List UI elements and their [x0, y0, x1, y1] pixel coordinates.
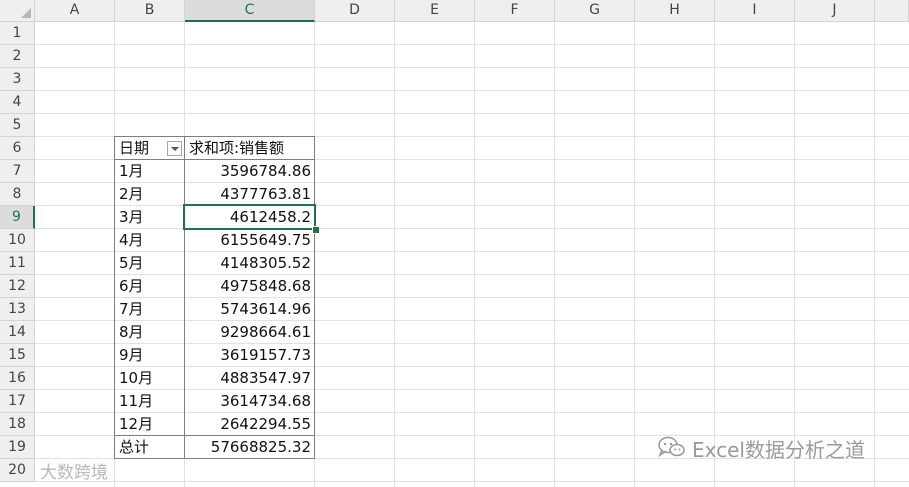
- row-header-14[interactable]: 14: [0, 321, 35, 344]
- row-header-15[interactable]: 15: [0, 344, 35, 367]
- row-header-16[interactable]: 16: [0, 367, 35, 390]
- gridline-horizontal: [35, 90, 909, 91]
- row-header-12[interactable]: 12: [0, 275, 35, 298]
- row-header-6[interactable]: 6: [0, 137, 35, 160]
- gridline-vertical: [634, 22, 635, 487]
- row-header-1[interactable]: 1: [0, 22, 35, 45]
- row-header-13[interactable]: 13: [0, 298, 35, 321]
- row-header-3[interactable]: 3: [0, 68, 35, 91]
- pivot-row-value[interactable]: 3619157.73: [185, 344, 315, 367]
- column-header-overflow: [875, 0, 909, 22]
- row-header-7[interactable]: 7: [0, 160, 35, 183]
- gridline-vertical: [474, 22, 475, 487]
- row-header-9[interactable]: 9: [0, 206, 35, 229]
- pivot-value-header[interactable]: 求和项:销售额: [185, 137, 315, 160]
- column-header-b[interactable]: B: [115, 0, 185, 22]
- row-header-17[interactable]: 17: [0, 390, 35, 413]
- watermark-right-text: Excel数据分析之道: [692, 438, 865, 462]
- row-header-18[interactable]: 18: [0, 413, 35, 436]
- pivot-row-label[interactable]: 5月: [115, 252, 185, 275]
- pivot-row-value[interactable]: 5743614.96: [185, 298, 315, 321]
- gridline-horizontal: [35, 113, 909, 114]
- gridline-horizontal: [35, 44, 909, 45]
- pivot-row-label[interactable]: 6月: [115, 275, 185, 298]
- column-header-j[interactable]: J: [795, 0, 875, 22]
- gridline-horizontal: [35, 481, 909, 482]
- pivot-row-value[interactable]: 9298664.61: [185, 321, 315, 344]
- spreadsheet-grid[interactable]: ABCDEFGHIJ 1 2 3 4 5 6 7 8 9 10 11 12 13 14 15 16 17 18 19…: [0, 0, 909, 487]
- row-header-10[interactable]: 10: [0, 229, 35, 252]
- pivot-row-value[interactable]: 4883547.97: [185, 367, 315, 390]
- pivot-row-label[interactable]: 1月: [115, 160, 185, 183]
- pivot-row-value[interactable]: 4377763.81: [185, 183, 315, 206]
- column-header-f[interactable]: F: [475, 0, 555, 22]
- column-header-g[interactable]: G: [555, 0, 635, 22]
- pivot-total-value[interactable]: 57668825.32: [185, 436, 315, 459]
- gridline-vertical: [554, 22, 555, 487]
- pivot-row-value[interactable]: 4975848.68: [185, 275, 315, 298]
- column-header-h[interactable]: H: [635, 0, 715, 22]
- pivot-row-divider: [114, 159, 315, 160]
- fill-handle[interactable]: [312, 226, 320, 234]
- pivot-total-label[interactable]: 总计: [115, 436, 185, 459]
- select-all-triangle-icon: [21, 8, 31, 18]
- column-header-d[interactable]: D: [315, 0, 395, 22]
- wechat-icon: [658, 436, 685, 458]
- pivot-row-label[interactable]: 4月: [115, 229, 185, 252]
- row-header-4[interactable]: 4: [0, 91, 35, 114]
- pivot-row-value[interactable]: 2642294.55: [185, 413, 315, 436]
- pivot-row-label[interactable]: 9月: [115, 344, 185, 367]
- pivot-row-label[interactable]: 7月: [115, 298, 185, 321]
- pivot-row-value[interactable]: 3614734.68: [185, 390, 315, 413]
- pivot-row-divider: [114, 435, 315, 436]
- column-header-e[interactable]: E: [395, 0, 475, 22]
- pivot-row-label[interactable]: 8月: [115, 321, 185, 344]
- row-header-5[interactable]: 5: [0, 114, 35, 137]
- column-header-i[interactable]: I: [715, 0, 795, 22]
- select-all-corner[interactable]: [0, 0, 35, 22]
- row-header-11[interactable]: 11: [0, 252, 35, 275]
- pivot-row-value[interactable]: 4148305.52: [185, 252, 315, 275]
- gridline-horizontal: [35, 67, 909, 68]
- pivot-row-label[interactable]: 10月: [115, 367, 185, 390]
- gridline-vertical: [394, 22, 395, 487]
- gridline-vertical: [794, 22, 795, 487]
- watermark-right: Excel数据分析之道: [692, 434, 865, 463]
- dropdown-filter-icon[interactable]: [167, 141, 182, 156]
- watermark-left: 大数跨境: [40, 458, 108, 483]
- pivot-row-value[interactable]: 6155649.75: [185, 229, 315, 252]
- pivot-row-value[interactable]: 3596784.86: [185, 160, 315, 183]
- pivot-row-value[interactable]: 4612458.2: [185, 206, 315, 229]
- pivot-row-label[interactable]: 12月: [115, 413, 185, 436]
- pivot-row-label[interactable]: 11月: [115, 390, 185, 413]
- column-header-c[interactable]: C: [185, 0, 315, 22]
- watermark-left-text: 大数跨境: [40, 463, 108, 483]
- row-header-8[interactable]: 8: [0, 183, 35, 206]
- gridline-vertical: [714, 22, 715, 487]
- pivot-row-label[interactable]: 3月: [115, 206, 185, 229]
- row-header-20[interactable]: 20: [0, 459, 35, 482]
- column-header-a[interactable]: A: [35, 0, 115, 22]
- pivot-row-label[interactable]: 2月: [115, 183, 185, 206]
- row-header-2[interactable]: 2: [0, 45, 35, 68]
- pivot-column-divider: [184, 136, 185, 459]
- gridline-vertical: [874, 22, 875, 487]
- row-header-19[interactable]: 19: [0, 436, 35, 459]
